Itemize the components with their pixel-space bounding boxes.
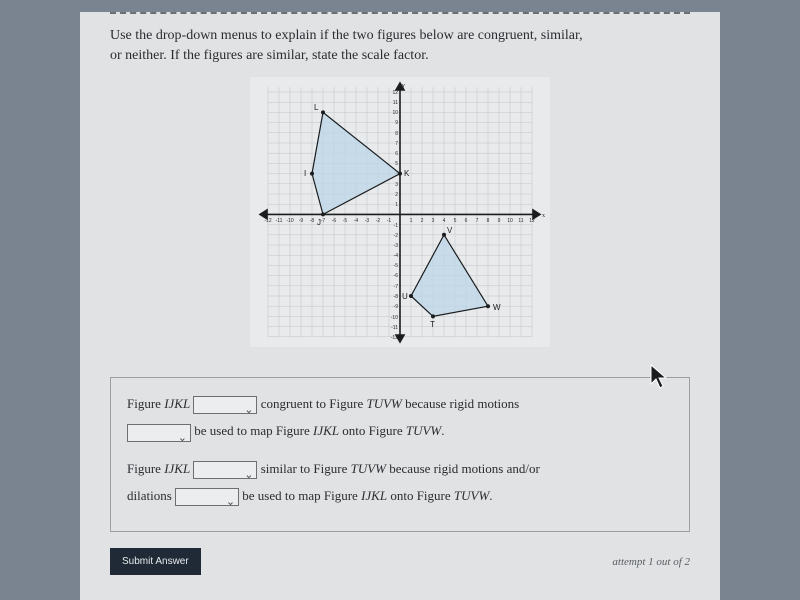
- submit-button[interactable]: Submit Answer: [110, 548, 201, 575]
- content-card: Use the drop-down menus to explain if th…: [80, 12, 720, 600]
- svg-text:6: 6: [465, 218, 468, 224]
- svg-text:12: 12: [529, 218, 535, 224]
- svg-text:5: 5: [395, 161, 398, 167]
- svg-text:U: U: [402, 292, 408, 301]
- svg-text:10: 10: [392, 110, 398, 116]
- chevron-down-icon: ⌄: [226, 491, 235, 514]
- answer-box: Figure IJKL ⌄ congruent to Figure TUVW b…: [110, 377, 690, 532]
- svg-text:-12: -12: [391, 335, 398, 341]
- svg-text:3: 3: [395, 182, 398, 188]
- question-prompt: Use the drop-down menus to explain if th…: [110, 26, 690, 65]
- svg-text:-9: -9: [299, 218, 304, 224]
- chevron-down-icon: ⌄: [244, 464, 253, 487]
- svg-text:9: 9: [395, 120, 398, 126]
- svg-text:9: 9: [498, 218, 501, 224]
- svg-text:-3: -3: [394, 243, 399, 249]
- svg-text:-6: -6: [332, 218, 337, 224]
- svg-text:4: 4: [443, 218, 446, 224]
- svg-text:J: J: [317, 218, 321, 227]
- svg-text:-5: -5: [394, 263, 399, 269]
- prompt-line-2: or neither. If the figures are similar, …: [110, 48, 429, 63]
- label-k: K: [404, 169, 410, 178]
- svg-text:2: 2: [395, 192, 398, 198]
- footer-row: Submit Answer attempt 1 out of 2: [110, 548, 690, 575]
- svg-text:7: 7: [395, 141, 398, 147]
- label-v: V: [447, 226, 453, 235]
- svg-text:10: 10: [507, 218, 513, 224]
- svg-text:1: 1: [410, 218, 413, 224]
- dropdown-congruent-is[interactable]: ⌄: [193, 396, 257, 414]
- svg-text:-11: -11: [391, 325, 398, 331]
- svg-text:-12: -12: [264, 218, 271, 224]
- section-divider: [110, 12, 690, 14]
- svg-text:-4: -4: [394, 253, 399, 259]
- svg-text:x: x: [542, 213, 545, 219]
- svg-text:2: 2: [421, 218, 424, 224]
- svg-text:3: 3: [432, 218, 435, 224]
- graph-area: -12-11-10 -9-8-7 -6-5-4 -3-2-1 123 456 7…: [110, 77, 690, 347]
- svg-text:-1: -1: [387, 218, 392, 224]
- svg-text:W: W: [493, 303, 501, 312]
- svg-text:-3: -3: [365, 218, 370, 224]
- svg-text:11: 11: [518, 218, 523, 224]
- svg-text:-6: -6: [394, 273, 399, 279]
- similar-statement: Figure IJKL ⌄ similar to Figure TUVW bec…: [127, 455, 673, 510]
- congruent-statement: Figure IJKL ⌄ congruent to Figure TUVW b…: [127, 390, 673, 445]
- dropdown-similar-is[interactable]: ⌄: [193, 461, 257, 479]
- svg-text:L: L: [314, 103, 319, 112]
- svg-text:T: T: [430, 320, 435, 329]
- svg-text:-2: -2: [376, 218, 381, 224]
- svg-text:5: 5: [454, 218, 457, 224]
- svg-text:8: 8: [395, 131, 398, 137]
- chevron-down-icon: ⌄: [244, 399, 253, 422]
- svg-text:8: 8: [487, 218, 490, 224]
- dropdown-similar-can[interactable]: ⌄: [175, 488, 239, 506]
- coordinate-plot: -12-11-10 -9-8-7 -6-5-4 -3-2-1 123 456 7…: [250, 77, 550, 347]
- chevron-down-icon: ⌄: [178, 427, 187, 450]
- svg-text:6: 6: [395, 151, 398, 157]
- svg-text:-11: -11: [276, 218, 283, 224]
- svg-text:-7: -7: [321, 218, 326, 224]
- svg-text:-1: -1: [394, 223, 399, 229]
- svg-text:-2: -2: [394, 233, 399, 239]
- svg-text:11: 11: [393, 100, 398, 106]
- svg-text:12: 12: [392, 90, 398, 96]
- svg-text:-9: -9: [394, 304, 399, 310]
- dropdown-congruent-can[interactable]: ⌄: [127, 424, 191, 442]
- attempt-counter: attempt 1 out of 2: [612, 556, 690, 568]
- prompt-line-1: Use the drop-down menus to explain if th…: [110, 28, 583, 43]
- svg-text:-8: -8: [394, 294, 399, 300]
- svg-text:-10: -10: [391, 315, 398, 321]
- svg-text:-8: -8: [310, 218, 315, 224]
- svg-text:-4: -4: [354, 218, 359, 224]
- svg-text:-10: -10: [286, 218, 293, 224]
- svg-text:-7: -7: [394, 284, 399, 290]
- svg-text:7: 7: [476, 218, 479, 224]
- svg-text:-5: -5: [343, 218, 348, 224]
- svg-text:I: I: [304, 169, 306, 178]
- svg-text:y: y: [402, 83, 405, 89]
- svg-text:1: 1: [395, 202, 398, 208]
